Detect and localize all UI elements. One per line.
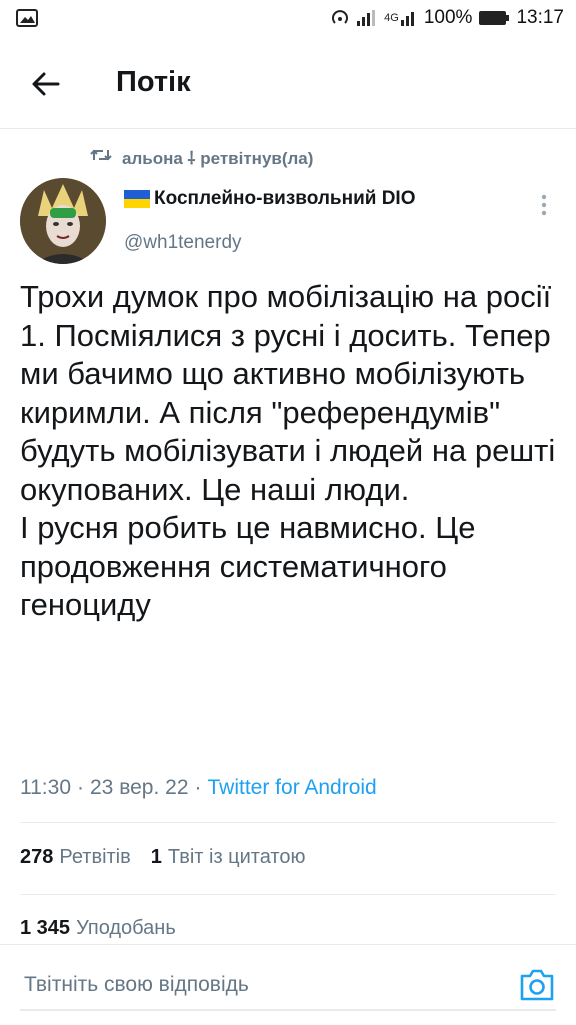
signal-icon xyxy=(356,9,378,27)
more-options-button[interactable] xyxy=(532,190,556,220)
reply-input[interactable]: Твітніть свою відповідь xyxy=(24,973,249,997)
user-handle[interactable]: @wh1tenerdy xyxy=(124,232,242,254)
meta-separator: · xyxy=(77,776,84,799)
tweet-meta: 11:30 · 23 вер. 22 · Twitter for Android xyxy=(20,776,377,800)
retweet-icon xyxy=(90,147,112,168)
display-name[interactable]: Косплейно-визвольний DIO xyxy=(124,188,415,210)
network-4g-icon: 4G xyxy=(384,9,418,27)
retweet-context-label: альона ⸸ ретвітнув(ла) xyxy=(122,149,314,168)
clock: 13:17 xyxy=(516,7,564,28)
tweet-date: 23 вер. 22 xyxy=(90,776,189,799)
arrow-left-icon xyxy=(32,72,60,96)
meta-separator: · xyxy=(194,776,202,799)
retweets-stat[interactable]: 278 Ретвітів xyxy=(20,846,131,869)
quotes-stat[interactable]: 1 Твіт із цитатою xyxy=(151,846,306,869)
likes-stat[interactable]: 1 345 Уподобань xyxy=(20,917,176,940)
avatar[interactable] xyxy=(20,178,106,264)
reply-underline xyxy=(20,1009,556,1011)
back-button[interactable] xyxy=(26,64,66,104)
divider xyxy=(20,822,556,823)
reply-bar: Твітніть свою відповідь xyxy=(0,944,576,1025)
camera-button[interactable] xyxy=(518,967,556,1003)
hotspot-icon xyxy=(330,8,350,28)
page-title: Потік xyxy=(116,66,191,98)
camera-icon xyxy=(520,969,554,1001)
status-bar: 4G 100% 13:17 xyxy=(0,0,576,38)
battery-icon xyxy=(478,10,510,26)
tweet-time: 11:30 xyxy=(20,776,71,799)
divider xyxy=(20,894,556,895)
battery-percent: 100% xyxy=(423,7,473,28)
display-name-text: Косплейно-визвольний DIO xyxy=(154,188,416,209)
engagement-stats: 278 Ретвітів 1 Твіт із цитатою xyxy=(20,846,306,869)
gallery-notification-icon xyxy=(16,9,38,27)
ukraine-flag-icon xyxy=(124,190,150,208)
profile-image xyxy=(20,178,106,264)
tweet-text: Трохи думок про мобілізацію на росії 1. … xyxy=(20,279,556,622)
tweet-source-link[interactable]: Twitter for Android xyxy=(208,776,377,800)
more-vertical-icon xyxy=(541,194,547,216)
app-header: Потік xyxy=(0,40,576,129)
retweet-context[interactable]: альона ⸸ ретвітнув(ла) xyxy=(90,146,313,169)
